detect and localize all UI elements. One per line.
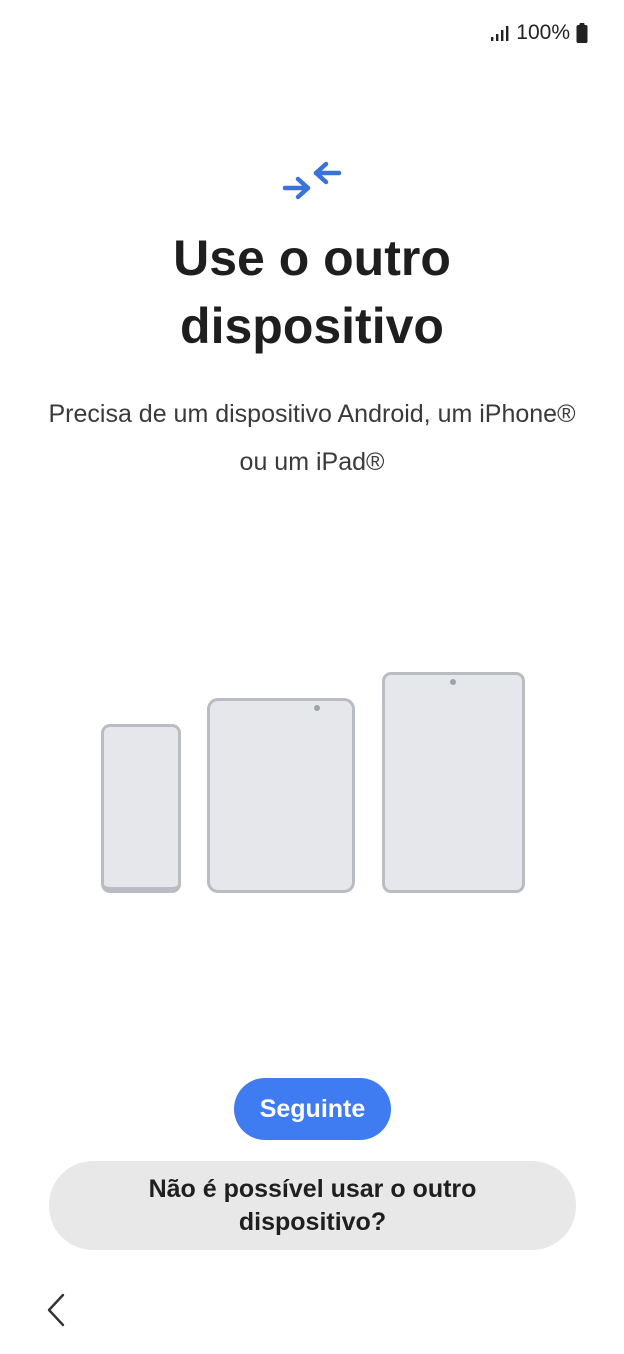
next-button[interactable]: Seguinte	[234, 1078, 391, 1140]
back-button[interactable]	[38, 1290, 74, 1330]
foldable-illustration	[207, 698, 355, 893]
chevron-left-icon	[47, 1293, 65, 1327]
transfer-arrows-icon	[282, 161, 342, 200]
phone-illustration	[101, 724, 181, 893]
page-title: Use o outro dispositivo	[173, 230, 451, 354]
page-subtitle: Precisa de um dispositivo Android, um iP…	[48, 400, 576, 476]
status-bar: 100%	[490, 18, 588, 48]
battery-percentage: 100%	[516, 21, 570, 44]
battery-icon	[576, 23, 588, 43]
devices-illustration	[0, 660, 624, 900]
camera-dot	[450, 679, 456, 685]
tablet-illustration	[382, 672, 525, 893]
cannot-use-other-device-button[interactable]: Não é possível usar o outro dispositivo?	[49, 1161, 576, 1250]
signal-bars-icon	[491, 26, 509, 41]
camera-dot	[314, 705, 320, 711]
